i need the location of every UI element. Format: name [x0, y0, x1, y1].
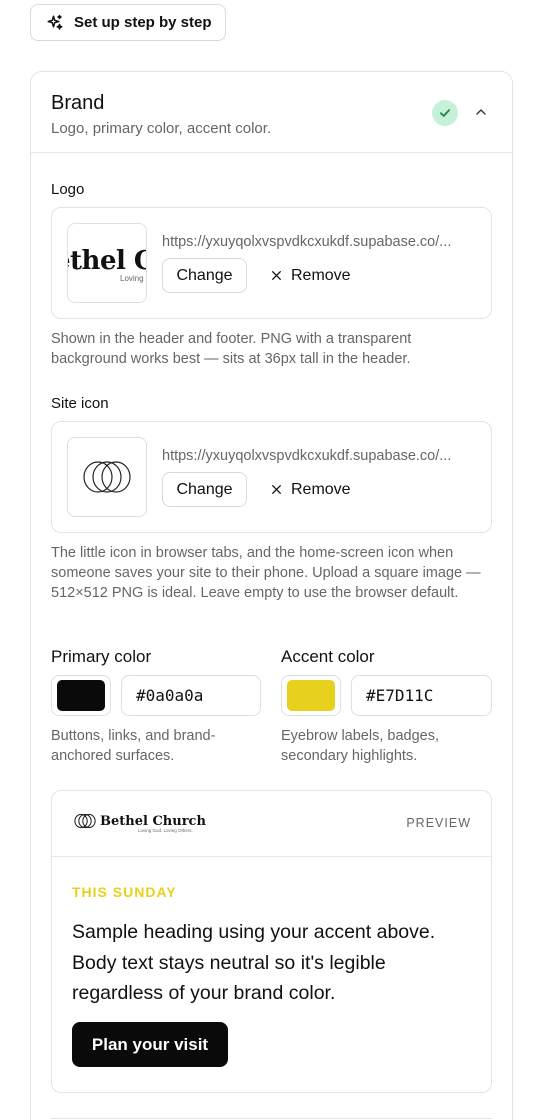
- logo-label: Logo: [51, 181, 85, 198]
- site-icon-thumbnail: [67, 437, 147, 517]
- logo-change-button[interactable]: Change: [162, 258, 247, 293]
- brand-section: Brand Logo, primary color, accent color.…: [30, 71, 513, 1120]
- preview-logo: Bethel Church Loving God. Loving Others.: [74, 813, 206, 833]
- setup-label: Set up step by step: [74, 14, 212, 31]
- primary-color-label: Primary color: [51, 647, 152, 666]
- brand-preview: Bethel Church Loving God. Loving Others.…: [51, 790, 492, 1093]
- accent-color-field: #E7D11C: [281, 675, 492, 716]
- site-icon-help-text: The little icon in browser tabs, and the…: [51, 545, 481, 601]
- sparkle-icon: [47, 14, 63, 30]
- chevron-up-icon[interactable]: [473, 104, 489, 120]
- primary-color-field: #0a0a0a: [51, 675, 261, 716]
- logo-thumbnail-tagline: Loving: [120, 274, 144, 283]
- logo-upload: ethel C Loving https://yxuyqolxvspvdkcxu…: [51, 207, 492, 319]
- site-icon-remove-label: Remove: [291, 480, 351, 498]
- plan-your-visit-button[interactable]: Plan your visit: [72, 1022, 228, 1067]
- logo-remove-label: Remove: [291, 266, 351, 284]
- preview-logo-tagline: Loving God. Loving Others.: [138, 828, 193, 833]
- site-icon-label: Site icon: [51, 395, 109, 412]
- logo-thumbnail: ethel C Loving: [67, 223, 147, 303]
- site-icon-remove-button[interactable]: Remove: [270, 472, 351, 507]
- close-icon: [272, 485, 281, 494]
- brand-subtitle: Logo, primary color, accent color.: [51, 120, 272, 137]
- preview-label: PREVIEW: [406, 816, 471, 830]
- accent-color-label: Accent color: [281, 647, 375, 666]
- primary-color-swatch: [57, 680, 105, 711]
- preview-heading: Sample heading using your accent above. …: [72, 921, 436, 1004]
- accent-color-input[interactable]: #E7D11C: [351, 675, 492, 716]
- divider: [51, 1118, 492, 1119]
- preview-logo-name: Bethel Church: [100, 813, 206, 829]
- interlocking-rings-icon: [83, 461, 131, 493]
- primary-color-help: Buttons, links, and brand-anchored surfa…: [51, 728, 216, 764]
- site-icon-url: https://yxuyqolxvspvdkcxukdf.supabase.co…: [162, 448, 452, 464]
- interlocking-rings-icon: [74, 813, 96, 829]
- preview-eyebrow: THIS SUNDAY: [72, 884, 177, 900]
- check-icon: [432, 100, 458, 126]
- primary-color-swatch-button[interactable]: [51, 675, 111, 716]
- accent-color-swatch: [287, 680, 335, 711]
- close-icon: [272, 271, 281, 280]
- primary-color-input[interactable]: #0a0a0a: [121, 675, 261, 716]
- accent-color-help: Eyebrow labels, badges, secondary highli…: [281, 728, 439, 764]
- logo-help-text: Shown in the header and footer. PNG with…: [51, 331, 412, 367]
- brand-title: Brand: [51, 92, 105, 114]
- accent-color-swatch-button[interactable]: [281, 675, 341, 716]
- logo-url: https://yxuyqolxvspvdkcxukdf.supabase.co…: [162, 234, 452, 250]
- preview-header: Bethel Church Loving God. Loving Others.…: [52, 791, 491, 857]
- site-icon-upload: https://yxuyqolxvspvdkcxukdf.supabase.co…: [51, 421, 492, 533]
- site-icon-change-button[interactable]: Change: [162, 472, 247, 507]
- logo-remove-button[interactable]: Remove: [270, 258, 351, 293]
- logo-thumbnail-text: ethel C: [68, 246, 146, 276]
- brand-section-header[interactable]: Brand Logo, primary color, accent color.: [31, 72, 512, 153]
- setup-step-by-step-button[interactable]: Set up step by step: [30, 4, 226, 41]
